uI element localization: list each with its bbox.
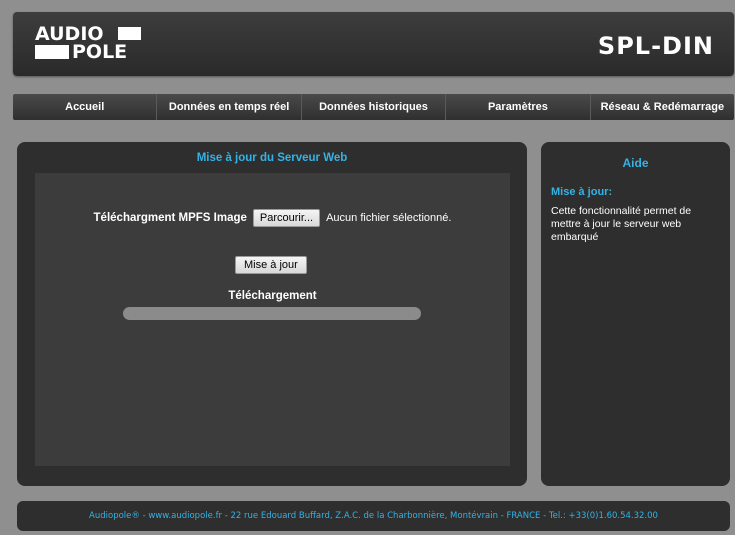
audiopole-logo[interactable]: AUDIO POLE	[35, 23, 145, 63]
nav-item-network-restart[interactable]: Réseau & Redémarrage	[591, 94, 734, 120]
browse-button[interactable]: Parcourir...	[252, 209, 321, 227]
header-bar: AUDIO POLE SPL-DIN	[13, 12, 734, 76]
progress-label: Téléchargement	[228, 290, 317, 302]
panel-title: Mise à jour du Serveur Web	[196, 152, 348, 164]
help-subtitle: Mise à jour:	[551, 186, 613, 198]
footer: Audiopole® - www.audiopole.fr - 22 rue E…	[17, 501, 730, 531]
update-form-area: Téléchargment MPFS Image Parcourir... Au…	[35, 173, 510, 466]
nav-item-accueil[interactable]: Accueil	[13, 94, 158, 120]
upload-row: Téléchargment MPFS Image Parcourir... Au…	[35, 209, 510, 227]
help-title: Aide	[622, 156, 649, 170]
product-title: SPL-DIN	[597, 32, 714, 60]
logo-text-bottom: POLE	[72, 41, 128, 63]
nav-item-parameters[interactable]: Paramètres	[446, 94, 591, 120]
upload-progress-bar	[123, 307, 421, 320]
nav-item-realtime-data[interactable]: Données en temps réel	[157, 94, 302, 120]
upload-label: Téléchargment MPFS Image	[93, 212, 247, 224]
logo-block-top	[118, 27, 141, 40]
file-status: Aucun fichier sélectionné.	[326, 212, 452, 224]
nav-item-historical-data[interactable]: Données historiques	[302, 94, 447, 120]
update-panel: Mise à jour du Serveur Web Téléchargment…	[17, 142, 527, 486]
main-nav: Accueil Données en temps réel Données hi…	[13, 94, 734, 120]
logo-block-bottom	[35, 45, 69, 59]
logo-text-top: AUDIO	[35, 23, 104, 45]
update-button[interactable]: Mise à jour	[235, 256, 307, 274]
help-text: Cette fonctionnalité permet de mettre à …	[551, 205, 692, 243]
help-panel: Aide Mise à jour: Cette fonctionnalité p…	[541, 142, 730, 486]
footer-text: Audiopole® - www.audiopole.fr - 22 rue E…	[89, 511, 658, 521]
